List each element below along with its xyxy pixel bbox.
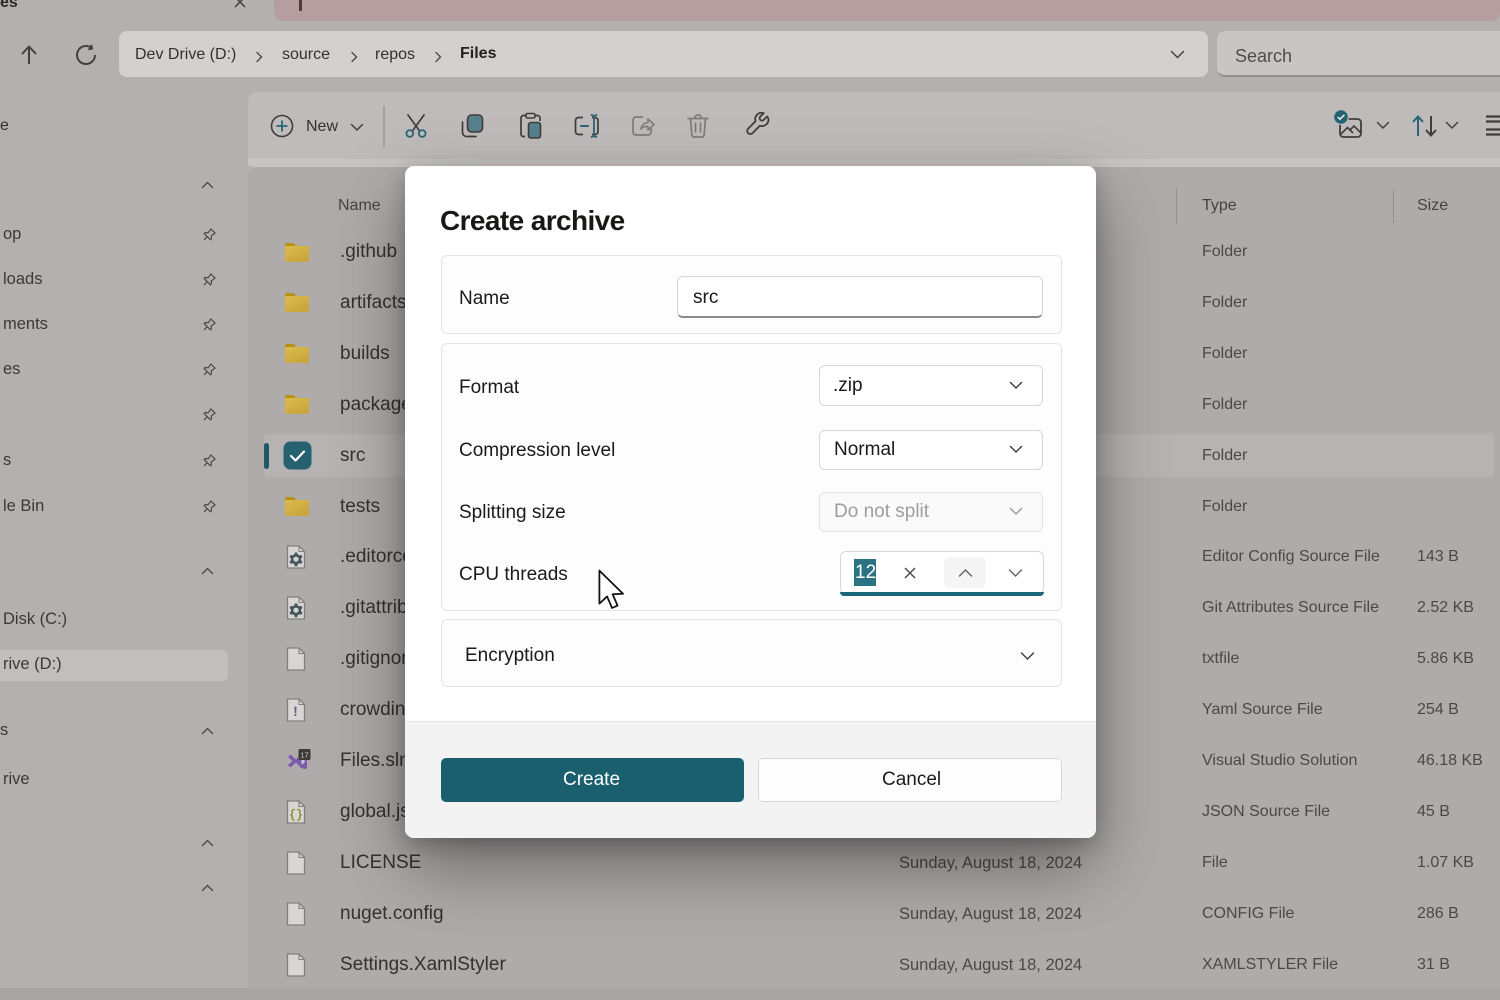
svg-text:{}: {} xyxy=(289,809,303,822)
svg-text:!: ! xyxy=(293,703,298,719)
svg-text:17: 17 xyxy=(300,751,308,760)
